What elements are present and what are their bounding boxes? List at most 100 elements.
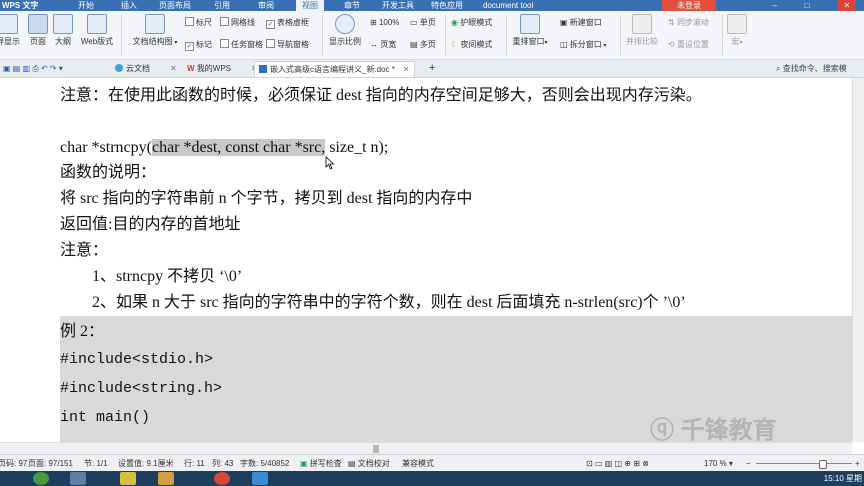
ribbon-separator [722, 15, 723, 55]
fullscreen-button[interactable]: 屏显示 [0, 14, 22, 47]
eye-mode-button[interactable]: ◉ 护眼模式 [451, 17, 492, 28]
new-window-icon: ▣ [560, 18, 570, 27]
doc-proof-button[interactable]: ▤ 文档校对 [348, 455, 390, 472]
sync-scroll-button[interactable]: ⇅ 同步滚动 [668, 17, 709, 28]
nav-pane-label: 导航窗格 [277, 40, 309, 49]
menu-layout[interactable]: 页面布局 [159, 0, 191, 11]
menu-developer[interactable]: 开发工具 [382, 0, 414, 11]
reset-position-button[interactable]: ⟲ 重设位置 [668, 39, 709, 50]
single-page-button[interactable]: ▭ 单页 [410, 17, 436, 28]
ribbon-separator [322, 15, 323, 55]
login-button[interactable]: 未登录 [662, 0, 716, 11]
page-width-button[interactable]: ↔ 页宽 [370, 39, 396, 50]
system-clock[interactable]: 15:10 星期 [824, 471, 862, 486]
status-word-count[interactable]: 字数: 5/40852 [240, 455, 289, 472]
view-mode-icons[interactable]: ⊡ ▭ ▥ ◫ ⊕ ⊞ ⊗ [586, 455, 649, 472]
tab-document[interactable]: 嵌入式高级c语言编程讲义_新.doc * ✕ [254, 61, 415, 77]
doc-structure-button[interactable]: 文档结构图 ▾ [128, 14, 182, 47]
menu-reference[interactable]: 引用 [214, 0, 230, 11]
new-tab-button[interactable]: + [429, 61, 435, 76]
page-width-icon: ↔ [370, 40, 381, 49]
quick-access-icons[interactable]: ▣ ▤ ▥ ⎙ ↶ ↷ ▾ [3, 61, 63, 76]
web-view-button[interactable]: Web版式 [80, 14, 114, 47]
app-name[interactable]: WPS 文字 [2, 0, 38, 11]
document-page[interactable]: 注意：在使用此函数的时候，必须保证 dest 指向的内存空间足够大，否则会出现内… [0, 78, 852, 442]
menu-review[interactable]: 审阅 [258, 0, 274, 11]
zoom-out-button[interactable]: − [746, 455, 751, 472]
fullscreen-label: 屏显示 [0, 37, 20, 46]
gridlines-checkbox[interactable]: 网格线 [220, 17, 255, 28]
menu-view[interactable]: 视图 [296, 0, 324, 11]
tab-cloud-docs[interactable]: 云文档 ✕ [115, 61, 177, 76]
compat-mode-label: 兼容模式 [402, 459, 434, 468]
split-window-button[interactable]: ◫ 拆分窗口 ▾ [560, 39, 606, 52]
taskbar-app-icon[interactable] [214, 472, 230, 485]
zoom-slider[interactable] [756, 463, 852, 464]
ruler-label: 标尺 [196, 18, 212, 27]
menu-start[interactable]: 开始 [78, 0, 94, 11]
mouse-cursor-icon [325, 156, 335, 170]
menu-special[interactable]: 特色应用 [431, 0, 463, 11]
vertical-scrollbar[interactable] [852, 78, 864, 442]
zoom-ratio-button[interactable]: 显示比例 [327, 14, 363, 47]
macro-button[interactable]: 宏▾ [726, 14, 748, 47]
menu-chapter[interactable]: 章节 [344, 0, 360, 11]
new-window-label: 新建窗口 [569, 18, 602, 27]
zoom-value: 170 % [704, 459, 727, 468]
spell-check-toggle[interactable]: ▣ 拼写检查 [300, 455, 342, 472]
table-grid-checkbox[interactable]: ✓ 表格虚框 [266, 17, 309, 29]
taskbar-app-icon[interactable] [70, 472, 86, 485]
tab-close-icon[interactable]: ✕ [170, 64, 177, 73]
function-signature: char *strncpy(char *dest, const char *sr… [60, 138, 388, 158]
zoom-100-button[interactable]: ⊞ 100% [370, 17, 399, 28]
rearrange-button[interactable]: 重排窗口▾ [510, 14, 550, 47]
nav-pane-checkbox[interactable]: 导航窗格 [266, 39, 309, 50]
tab-cloud-label: 云文档 [126, 64, 150, 73]
page-view-icon [28, 14, 48, 34]
search-icon: ⌕ [776, 64, 783, 73]
task-pane-checkbox[interactable]: 任务窗格 [220, 39, 263, 50]
night-mode-label: 夜间模式 [460, 40, 493, 49]
horizontal-scroll-thumb[interactable] [373, 445, 379, 453]
side-by-side-button[interactable]: 并排比较 [624, 14, 660, 47]
outline-view-button[interactable]: 大纲 [49, 14, 77, 47]
maximize-icon[interactable]: □ [798, 0, 816, 11]
marks-checkbox[interactable]: ✓ 标记 [185, 39, 212, 51]
close-icon[interactable]: ✕ [838, 0, 856, 11]
page-view-button[interactable]: 页面 [24, 14, 52, 47]
multi-page-icon: ▤ [410, 40, 420, 49]
minimize-icon[interactable]: – [766, 0, 784, 11]
taskbar-app-icon[interactable] [120, 472, 136, 485]
search-command-input[interactable]: ⌕ 查找命令、搜索模 [776, 61, 847, 76]
marks-label: 标记 [196, 40, 212, 49]
search-placeholder: 查找命令、搜索模 [782, 64, 847, 73]
zoom-in-button[interactable]: + [855, 455, 860, 472]
zoom-100-icon: ⊞ [370, 18, 379, 27]
tab-close-icon[interactable]: ✕ [403, 65, 410, 74]
return-value-line: 返回值:目的内存的首地址 [60, 216, 241, 233]
ruler-checkbox[interactable]: 标尺 [185, 17, 212, 28]
task-pane-label: 任务窗格 [231, 40, 263, 49]
start-button-icon[interactable] [33, 472, 49, 485]
status-pages[interactable]: 页面: 97/151 [28, 455, 73, 472]
page-width-label: 页宽 [380, 40, 397, 49]
table-grid-label: 表格虚框 [277, 18, 309, 27]
new-window-button[interactable]: ▣ 新建窗口 [560, 17, 602, 28]
multi-page-button[interactable]: ▤ 多页 [410, 39, 436, 50]
zoom-slider-knob[interactable] [819, 460, 828, 469]
taskbar-app-icon[interactable] [158, 472, 174, 485]
reset-position-icon: ⟲ [668, 40, 677, 49]
description-title: 函数的说明： [60, 164, 157, 181]
multi-page-label: 多页 [419, 40, 436, 49]
doc-structure-label: 文档结构图 [132, 37, 173, 46]
signature-suffix: size_t n); [325, 139, 389, 156]
cloud-icon [115, 64, 123, 72]
gridlines-label: 网格线 [231, 18, 255, 27]
status-page-number: 页码: 97 [0, 459, 28, 468]
zoom-dropdown[interactable]: 170 % ▾ [704, 455, 733, 472]
taskbar-app-icon[interactable] [252, 472, 268, 485]
outline-icon [53, 14, 73, 34]
night-mode-button[interactable]: ☾ 夜间模式 [451, 39, 492, 50]
menu-insert[interactable]: 插入 [121, 0, 137, 11]
tab-my-wps[interactable]: W 我的WPS✕ [187, 61, 258, 76]
